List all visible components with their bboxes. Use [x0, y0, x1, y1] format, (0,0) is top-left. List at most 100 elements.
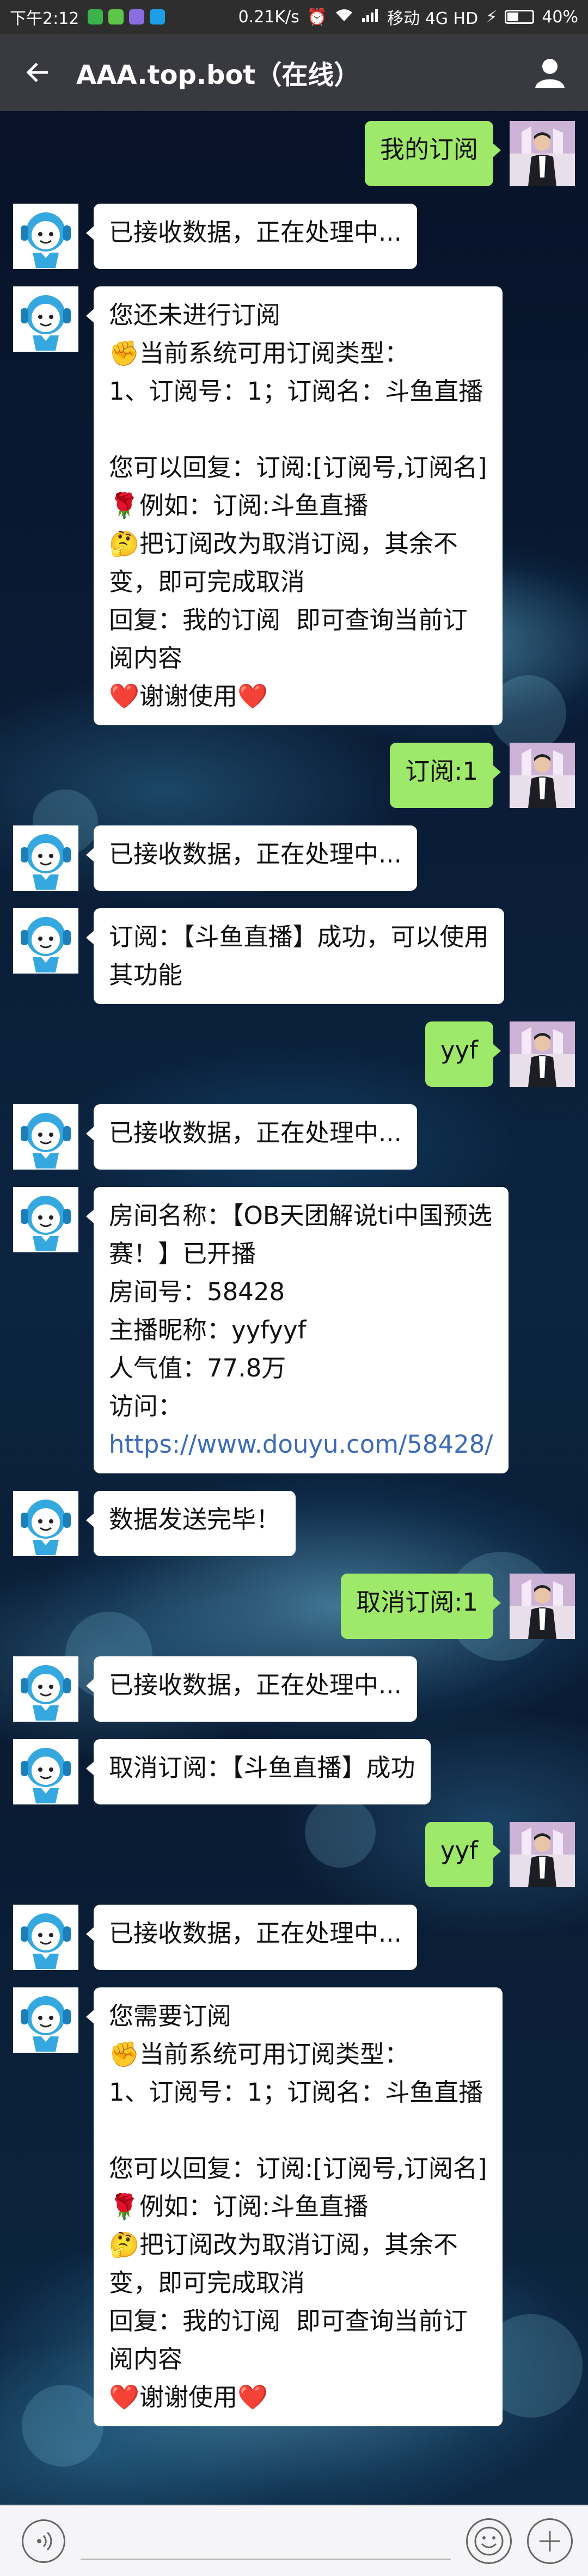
- battery-percent: 40%: [542, 7, 578, 27]
- message-bubble[interactable]: 数据发送完毕！: [85, 1491, 296, 1556]
- signal-icon: [361, 8, 379, 27]
- charging-icon: ⚡: [486, 7, 498, 27]
- incoming-message: 已接收数据，正在处理中...: [0, 1656, 588, 1722]
- user-avatar[interactable]: [510, 1574, 575, 1639]
- chat-header: AAA.top.bot（在线）: [0, 34, 588, 111]
- alarm-icon: ⏰: [307, 7, 328, 27]
- bot-avatar[interactable]: [13, 1987, 78, 2053]
- message-text-line: 人气值：77.8万: [109, 1354, 286, 1382]
- notification-app-icon: [88, 9, 103, 25]
- message-text-line: 我的订阅: [379, 135, 478, 164]
- message-text-line: 变，即可完成取消: [109, 2268, 305, 2297]
- message-input[interactable]: [81, 2522, 451, 2560]
- bot-avatar[interactable]: [13, 1905, 78, 1970]
- message-text-line: 取消订阅：【斗鱼直播】成功: [109, 1753, 415, 1782]
- message-text-line: 🌹例如：订阅:斗鱼直播: [109, 2192, 369, 2221]
- message-bubble[interactable]: 已接收数据，正在处理中...: [86, 1656, 417, 1722]
- message-bubble[interactable]: 我的订阅: [364, 121, 501, 186]
- message-bubble[interactable]: 取消订阅：【斗鱼直播】成功: [86, 1739, 431, 1804]
- plus-icon: [540, 2530, 560, 2551]
- outgoing-message: 我的订阅: [0, 121, 588, 186]
- outgoing-message: yyf: [0, 1822, 588, 1887]
- network-speed: 0.21K/s: [238, 7, 299, 27]
- user-avatar[interactable]: [510, 1822, 575, 1887]
- outgoing-message: yyf: [0, 1021, 588, 1087]
- message-bubble[interactable]: 订阅：【斗鱼直播】成功，可以使用 其功能: [86, 908, 504, 1004]
- message-text-line: ❤️谢谢使用❤️: [109, 2383, 268, 2412]
- message-text-line: 订阅:1: [405, 757, 478, 786]
- message-bubble[interactable]: yyf: [425, 1822, 501, 1887]
- bot-avatar[interactable]: [13, 1104, 78, 1170]
- message-text-line: 已接收数据，正在处理中...: [109, 218, 402, 247]
- message-text-line: 房间名称：【OB天团解说ti中国预选: [109, 1201, 492, 1230]
- message-text-line: 阅内容: [109, 2345, 183, 2373]
- message-text-line: 取消订阅:1: [356, 1588, 478, 1617]
- status-bar: 下午2:12 0.21K/s ⏰ 移动 4G HD ⚡ 40%: [0, 0, 588, 34]
- message-text-line: 订阅：【斗鱼直播】成功，可以使用: [109, 922, 489, 951]
- message-text-line: 您需要订阅: [109, 2002, 232, 2030]
- message-text-line: 已接收数据，正在处理中...: [109, 840, 402, 868]
- bot-avatar[interactable]: [13, 1491, 78, 1556]
- bot-avatar[interactable]: [13, 825, 78, 891]
- person-icon: [535, 59, 565, 88]
- message-text-line: 已接收数据，正在处理中...: [109, 1919, 402, 1948]
- message-bubble[interactable]: 已接收数据，正在处理中...: [86, 825, 417, 891]
- message-bubble[interactable]: 您需要订阅 ✊当前系统可用订阅类型： 1、订阅号：1；订阅名：斗鱼直播 您可以回复：订…: [86, 1987, 503, 2426]
- back-button[interactable]: [0, 34, 76, 111]
- message-text-line: 您还未进行订阅: [109, 301, 281, 329]
- incoming-message: 取消订阅：【斗鱼直播】成功: [0, 1739, 588, 1804]
- bot-avatar[interactable]: [13, 204, 78, 269]
- message-bubble[interactable]: 您还未进行订阅 ✊当前系统可用订阅类型： 1、订阅号：1；订阅名：斗鱼直播 您可以回复…: [86, 286, 503, 725]
- bot-avatar[interactable]: [13, 1656, 78, 1722]
- message-text-line: ✊当前系统可用订阅类型：: [109, 339, 409, 368]
- message-text-line: yyf: [440, 1836, 478, 1865]
- emoji-icon: [474, 2526, 504, 2555]
- message-text-line: 回复：我的订阅 即可查询当前订: [109, 605, 468, 634]
- voice-icon: [37, 2531, 52, 2550]
- bot-avatar[interactable]: [13, 1187, 78, 1252]
- message-text-line: 1、订阅号：1；订阅名：斗鱼直播: [109, 377, 483, 406]
- wifi-icon: [335, 8, 353, 27]
- bot-avatar[interactable]: [13, 1739, 78, 1804]
- outgoing-message: 订阅:1: [0, 743, 588, 808]
- message-bubble[interactable]: 已接收数据，正在处理中...: [86, 1104, 417, 1170]
- message-text-line: 您可以回复：订阅:[订阅号,订阅名]: [109, 2154, 487, 2183]
- incoming-message: 订阅：【斗鱼直播】成功，可以使用 其功能: [0, 908, 588, 1004]
- user-avatar[interactable]: [510, 1021, 575, 1087]
- message-text-line: ✊当前系统可用订阅类型：: [109, 2040, 409, 2069]
- battery-icon: [505, 10, 535, 24]
- message-bubble[interactable]: 已接收数据，正在处理中...: [86, 204, 417, 269]
- bot-avatar[interactable]: [13, 286, 78, 352]
- bot-avatar[interactable]: [13, 908, 78, 974]
- message-bubble[interactable]: 取消订阅:1: [341, 1574, 501, 1639]
- incoming-message: 您还未进行订阅 ✊当前系统可用订阅类型： 1、订阅号：1；订阅名：斗鱼直播 您可以回复…: [0, 286, 588, 725]
- message-text-line: 1、订阅号：1；订阅名：斗鱼直播: [109, 2078, 483, 2107]
- voice-button[interactable]: [22, 2519, 65, 2563]
- message-text-line: 已接收数据，正在处理中...: [109, 1118, 402, 1147]
- message-text-line: 🤔把订阅改为取消订阅，其余不: [109, 529, 458, 558]
- outgoing-message: 取消订阅:1: [0, 1574, 588, 1639]
- more-button[interactable]: [527, 2518, 573, 2564]
- status-time: 下午2:12: [10, 9, 79, 28]
- message-bubble[interactable]: yyf: [425, 1021, 501, 1087]
- message-text-line: yyf: [440, 1036, 478, 1064]
- message-text-line: 赛！】已开播: [109, 1239, 256, 1268]
- carrier-label: 移动 4G HD: [387, 9, 479, 28]
- message-text-line: 🌹例如：订阅:斗鱼直播: [109, 491, 369, 520]
- user-avatar[interactable]: [510, 743, 575, 808]
- incoming-message: 已接收数据，正在处理中...: [0, 1104, 588, 1170]
- message-text-line: [109, 2112, 487, 2150]
- message-link[interactable]: https://www.douyu.com/58428/: [109, 1425, 493, 1464]
- message-text-line: [109, 411, 487, 449]
- emoji-button[interactable]: [466, 2518, 512, 2564]
- chat-title: AAA.top.bot（在线）: [76, 60, 360, 90]
- message-bubble[interactable]: 已接收数据，正在处理中...: [86, 1905, 417, 1970]
- message-text-line: 🤔把订阅改为取消订阅，其余不: [109, 2230, 458, 2259]
- incoming-message: 数据发送完毕！: [0, 1491, 588, 1556]
- profile-button[interactable]: [512, 34, 588, 111]
- user-avatar[interactable]: [510, 121, 575, 186]
- message-text-line: 已接收数据，正在处理中...: [109, 1671, 402, 1699]
- message-bubble[interactable]: 房间名称：【OB天团解说ti中国预选 赛！】已开播 房间号：58428 主播昵称：yy…: [86, 1187, 509, 1473]
- message-bubble[interactable]: 订阅:1: [390, 743, 501, 808]
- incoming-message: 已接收数据，正在处理中...: [0, 1905, 588, 1970]
